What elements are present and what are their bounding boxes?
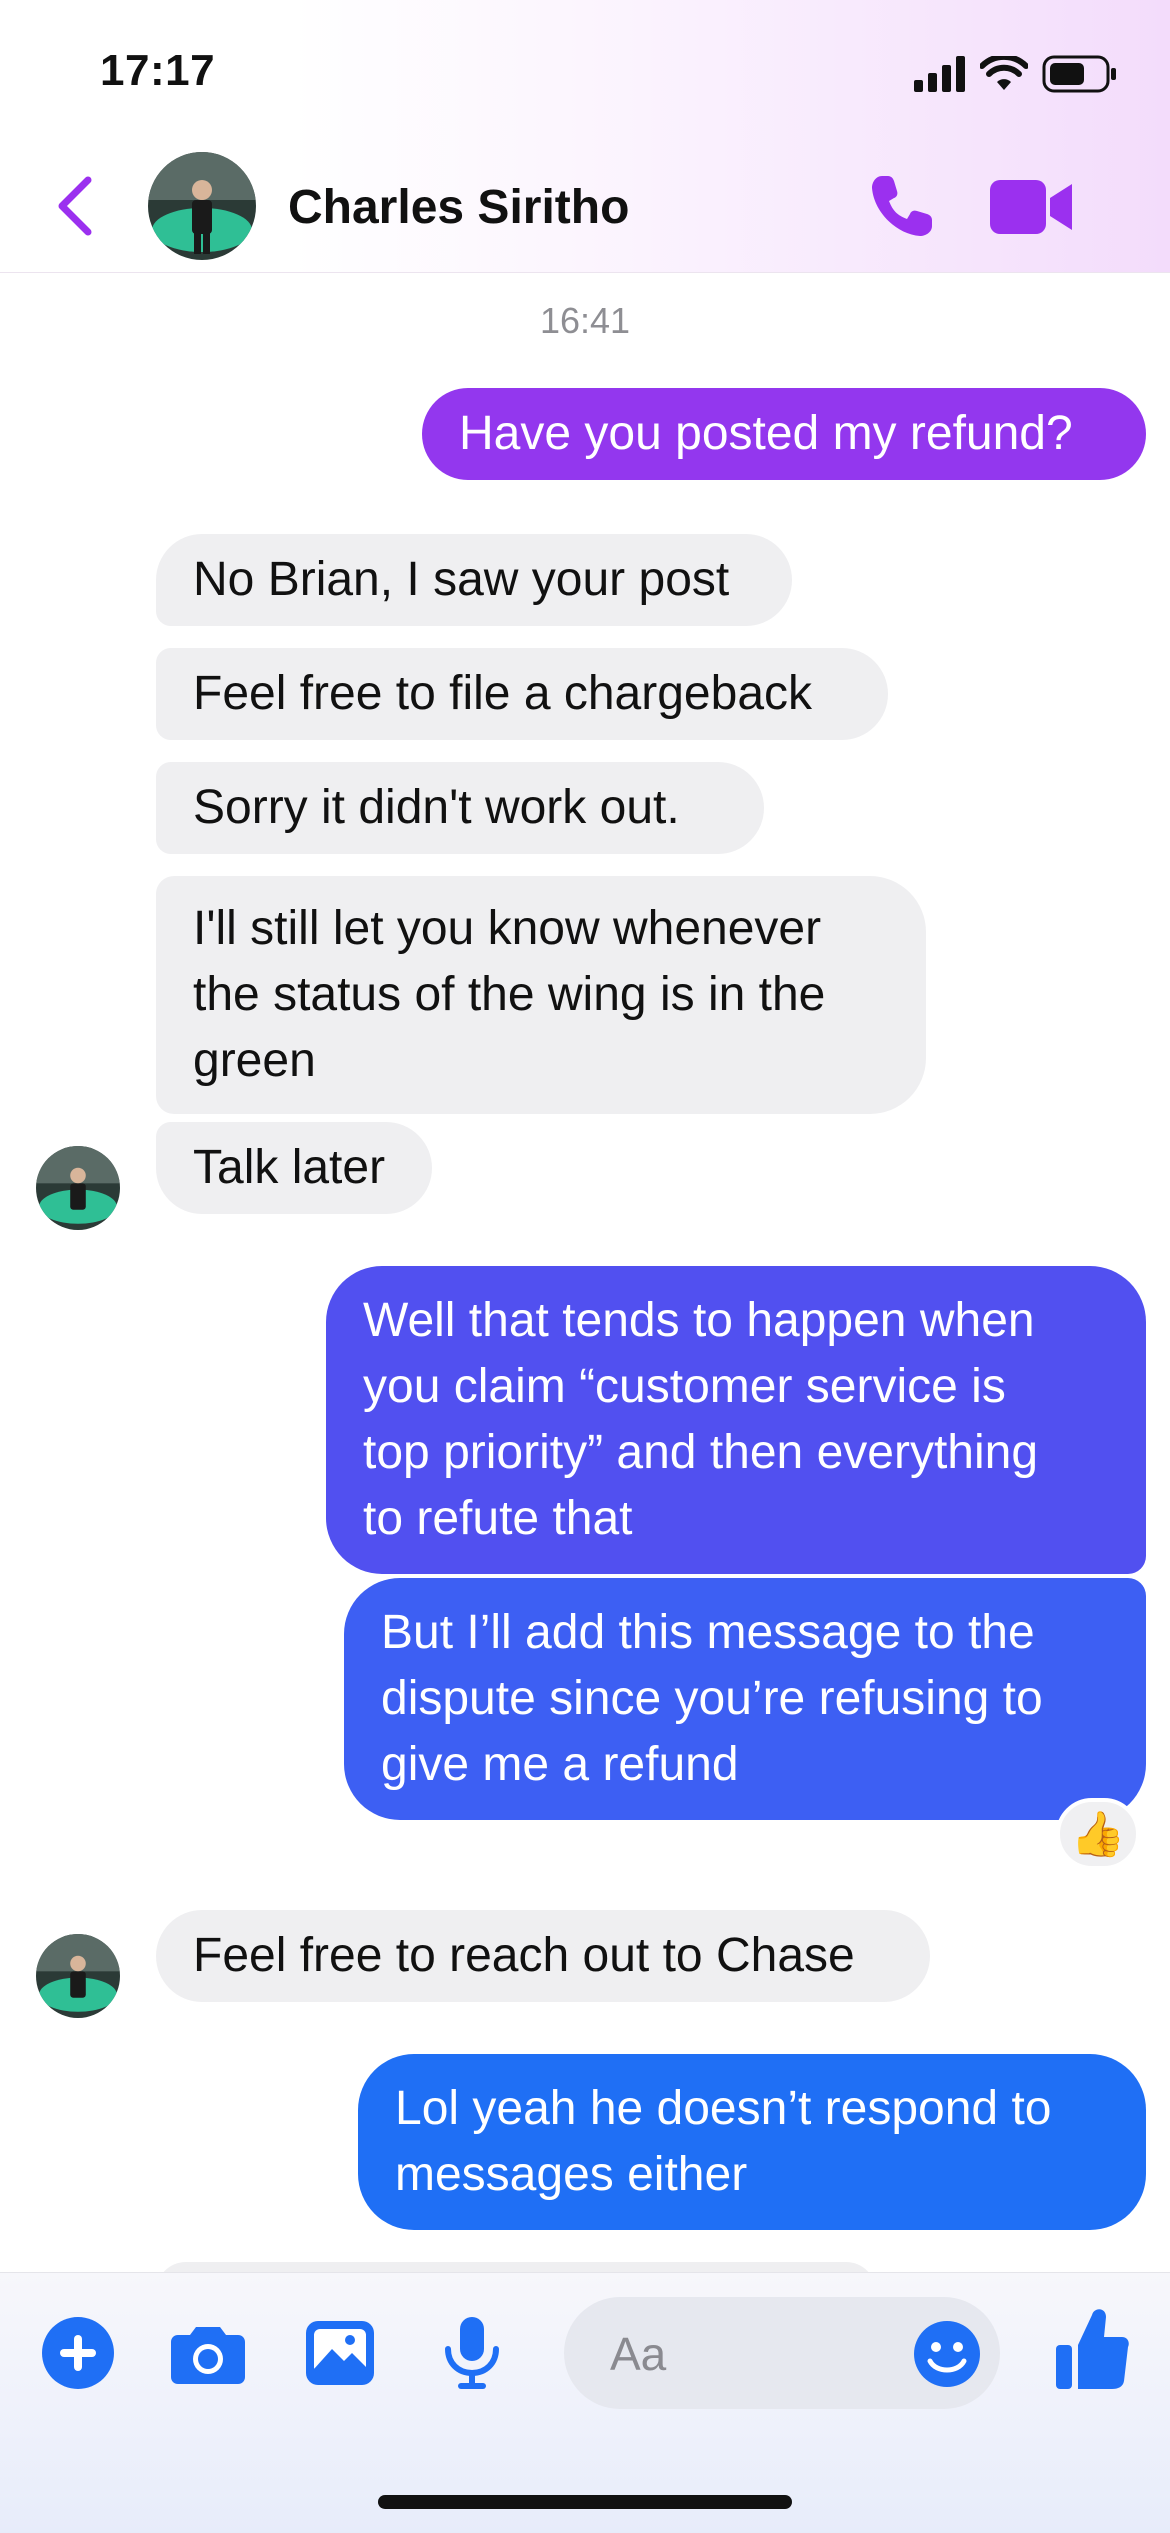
cellular-signal-icon xyxy=(914,56,965,92)
back-chevron-icon[interactable] xyxy=(50,170,100,242)
conversation-header: 17:17 Charles Siritho xyxy=(0,0,1170,273)
home-indicator xyxy=(378,2495,792,2509)
message-input[interactable] xyxy=(608,2319,872,2389)
outgoing-message[interactable]: Lol yeah he doesn’t respond to messages … xyxy=(358,2054,1146,2230)
thumbs-up-icon[interactable] xyxy=(1054,2301,1130,2393)
camera-icon[interactable] xyxy=(170,2315,246,2391)
chat-timestamp: 16:41 xyxy=(539,300,631,341)
sender-avatar[interactable] xyxy=(36,1934,120,2018)
thumbs-up-reaction[interactable]: 👍 xyxy=(1056,1798,1140,1870)
outgoing-message[interactable]: But I’ll add this message to the dispute… xyxy=(344,1578,1146,1820)
incoming-message[interactable]: I'll still let you know whenever the sta… xyxy=(156,876,926,1114)
incoming-message[interactable]: Sorry it didn't work out. xyxy=(156,762,764,854)
sender-photo xyxy=(36,1146,120,1230)
incoming-message[interactable]: Feel free to reach out to Chase xyxy=(156,1910,930,2002)
wifi-icon xyxy=(980,56,1028,90)
microphone-icon[interactable] xyxy=(434,2315,510,2391)
contact-photo xyxy=(148,152,256,260)
phone-call-icon[interactable] xyxy=(866,170,938,242)
contact-avatar[interactable] xyxy=(148,152,256,260)
status-time: 17:17 xyxy=(100,46,216,95)
incoming-message[interactable]: Feel free to file a chargeback xyxy=(156,648,888,740)
contact-name[interactable]: Charles Siritho xyxy=(288,180,629,235)
status-icons xyxy=(914,52,1118,96)
video-call-icon[interactable] xyxy=(990,178,1074,236)
photo-gallery-icon[interactable] xyxy=(302,2315,378,2391)
outgoing-message[interactable]: Have you posted my refund? xyxy=(422,388,1146,480)
incoming-message[interactable]: Talk later xyxy=(156,1122,432,1214)
emoji-icon[interactable] xyxy=(912,2319,982,2389)
sender-avatar[interactable] xyxy=(36,1146,120,1230)
battery-icon xyxy=(1042,55,1116,93)
sender-photo xyxy=(36,1934,120,2018)
message-input-container[interactable] xyxy=(564,2297,1000,2409)
incoming-message[interactable]: No Brian, I saw your post xyxy=(156,534,792,626)
plus-icon[interactable] xyxy=(40,2315,116,2391)
composer-bar xyxy=(0,2272,1170,2533)
outgoing-message[interactable]: Well that tends to happen when you claim… xyxy=(326,1266,1146,1574)
